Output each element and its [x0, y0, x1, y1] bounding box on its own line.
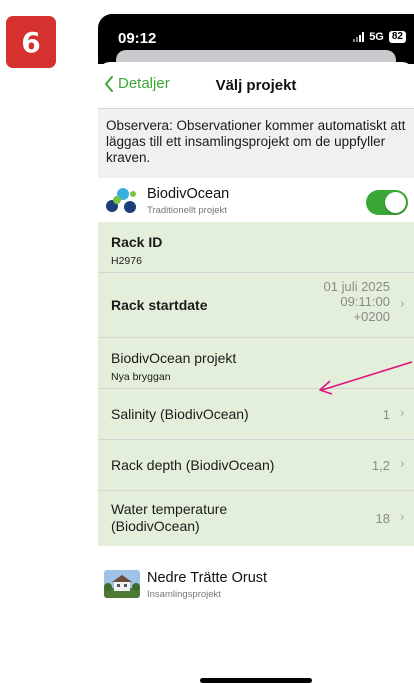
arrow-icon: [319, 361, 413, 395]
step-badge: 6: [6, 16, 56, 68]
phone-screen: 09:12 5G 82 Detaljer Välj projekt Observ…: [98, 0, 414, 684]
